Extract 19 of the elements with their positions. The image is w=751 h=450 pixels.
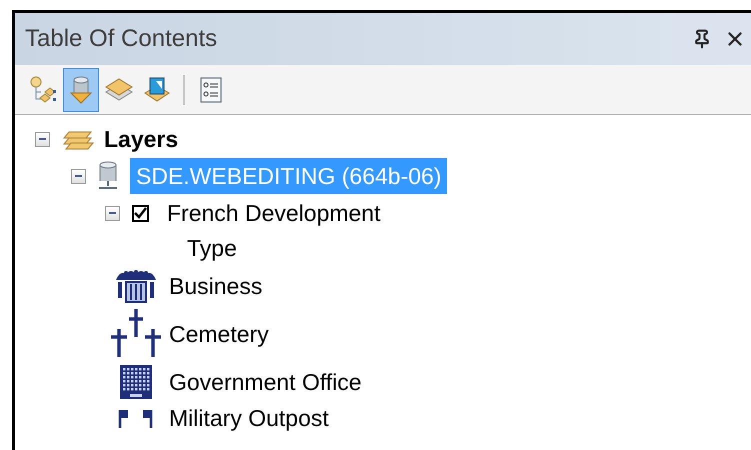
- window-title: Table Of Contents: [25, 24, 218, 54]
- legend-class-label: Cemetery: [169, 320, 269, 349]
- collapse-toggle-icon[interactable]: [105, 206, 120, 220]
- pin-icon[interactable]: [692, 29, 712, 49]
- list-options-icon: [199, 76, 223, 104]
- layer-label[interactable]: French Development: [167, 196, 380, 230]
- legend-heading: Type: [187, 234, 237, 263]
- collapse-toggle-icon[interactable]: [35, 132, 50, 146]
- legend-class-label: Military Outpost: [169, 404, 329, 433]
- layers-label[interactable]: Layers: [104, 122, 178, 156]
- layer-tree-icon: [28, 74, 58, 104]
- layer-selection-icon: [142, 74, 172, 104]
- layer-checkbox[interactable]: [132, 204, 149, 222]
- collapse-toggle-icon[interactable]: [71, 168, 86, 184]
- office-building-symbol-icon: [119, 364, 153, 400]
- database-server-icon: [96, 161, 120, 191]
- legend-class-label: Business: [169, 272, 262, 301]
- building-symbol-icon: [113, 268, 159, 304]
- legend-class-label: Government Office: [169, 368, 362, 397]
